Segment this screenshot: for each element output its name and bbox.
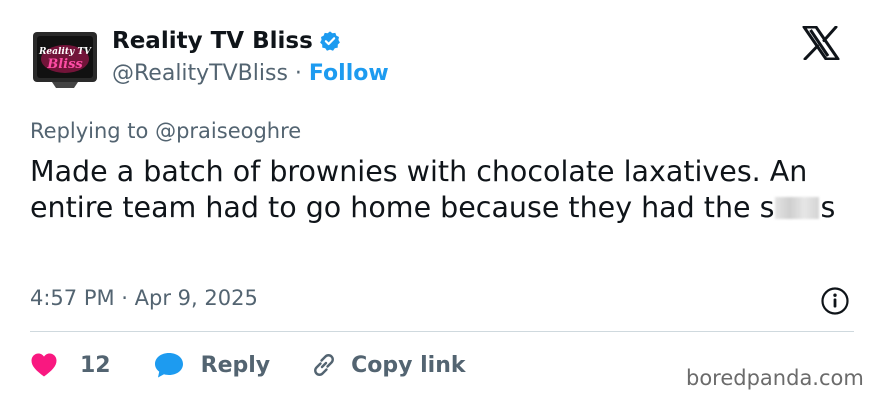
tweet-text: Made a batch of brownies with chocolate … xyxy=(30,154,860,226)
copy-link-label: Copy link xyxy=(351,352,466,378)
account-name-row: Reality TV Bliss xyxy=(112,28,341,54)
x-logo-icon[interactable] xyxy=(802,25,840,61)
divider xyxy=(30,331,854,332)
separator: · xyxy=(294,61,302,86)
link-icon xyxy=(310,351,338,379)
action-bar: 12 Reply Copy link xyxy=(30,348,466,382)
censor-blur xyxy=(775,197,820,219)
account-name[interactable]: Reality TV Bliss xyxy=(112,28,313,54)
like-button[interactable]: 12 xyxy=(30,352,111,378)
svg-text:Bliss: Bliss xyxy=(46,57,83,72)
account-handle[interactable]: @RealityTVBliss xyxy=(112,61,288,86)
like-count: 12 xyxy=(80,352,111,378)
reality-tv-bliss-logo: Reality TV Bliss xyxy=(33,32,97,88)
tweet-text-part2: s xyxy=(820,191,836,224)
follow-button[interactable]: Follow xyxy=(309,61,389,86)
verified-badge-icon xyxy=(319,30,341,52)
info-icon[interactable] xyxy=(820,286,850,316)
reply-label: Reply xyxy=(200,352,271,378)
svg-text:Reality TV: Reality TV xyxy=(38,47,92,57)
watermark: boredpanda.com xyxy=(686,366,864,390)
avatar[interactable]: Reality TV Bliss xyxy=(30,26,100,94)
replying-to: Replying to @praiseoghre xyxy=(30,119,301,143)
replying-handle[interactable]: @praiseoghre xyxy=(155,119,301,143)
tweet-timestamp[interactable]: 4:57 PM · Apr 9, 2025 xyxy=(30,286,258,310)
reply-button[interactable]: Reply xyxy=(153,351,271,379)
copy-link-button[interactable]: Copy link xyxy=(310,351,466,379)
reply-bubble-icon xyxy=(153,351,185,379)
replying-prefix: Replying to xyxy=(30,119,149,143)
tweet-text-part1: Made a batch of brownies with chocolate … xyxy=(30,155,808,224)
handle-row: @RealityTVBliss · Follow xyxy=(112,61,389,86)
heart-icon xyxy=(30,352,58,378)
